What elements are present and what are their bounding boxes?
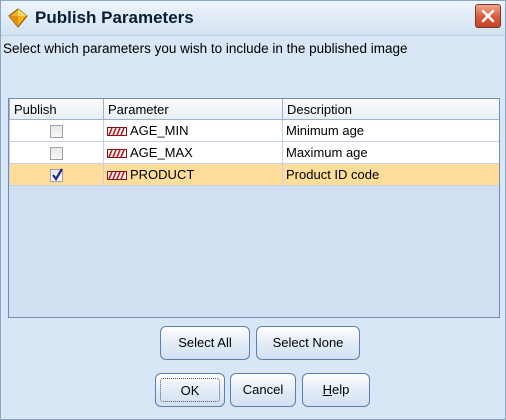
parameter-icon	[107, 127, 127, 137]
parameter-cell: AGE_MAX	[103, 141, 283, 164]
parameter-cell: AGE_MIN	[103, 119, 283, 142]
checkmark-icon	[52, 168, 63, 181]
diamond-app-icon	[8, 8, 28, 28]
window-title: Publish Parameters	[35, 8, 194, 27]
select-none-button[interactable]: Select None	[256, 326, 360, 360]
title-bar: Publish Parameters	[1, 1, 505, 36]
publish-checkbox[interactable]	[50, 125, 63, 139]
table-row[interactable]: PRODUCT Product ID code	[9, 163, 499, 186]
description-cell: Product ID code	[282, 163, 499, 186]
publish-checkbox[interactable]	[50, 147, 63, 161]
description-cell: Maximum age	[282, 141, 499, 164]
publish-parameters-dialog: Publish Parameters Select which paramete…	[0, 0, 506, 420]
help-label: elp	[332, 382, 350, 397]
parameter-icon	[107, 149, 127, 159]
instruction-text: Select which parameters you wish to incl…	[3, 41, 408, 56]
help-mnemonic: H	[322, 382, 333, 397]
publish-cell	[9, 163, 104, 186]
close-icon	[481, 9, 495, 23]
close-button[interactable]	[475, 4, 501, 28]
help-button[interactable]: Help	[302, 373, 370, 407]
parameter-name: PRODUCT	[130, 167, 195, 182]
column-header-publish[interactable]: Publish	[9, 99, 104, 120]
table-row[interactable]: AGE_MAX Maximum age	[9, 141, 499, 164]
column-header-parameter[interactable]: Parameter	[103, 99, 283, 120]
parameter-name: AGE_MAX	[130, 145, 193, 160]
publish-checkbox-checked[interactable]	[50, 168, 63, 183]
description-cell: Minimum age	[282, 119, 499, 142]
table-row[interactable]: AGE_MIN Minimum age	[9, 119, 499, 142]
parameter-icon	[107, 171, 127, 181]
publish-cell	[9, 119, 104, 142]
select-all-button[interactable]: Select All	[160, 326, 250, 360]
parameter-name: AGE_MIN	[130, 123, 189, 138]
column-header-description[interactable]: Description	[282, 99, 499, 120]
ok-button[interactable]: OK	[155, 373, 225, 407]
ok-button-label: OK	[160, 378, 220, 402]
table-header: Publish Parameter Description	[9, 99, 499, 120]
parameter-cell: PRODUCT	[103, 163, 283, 186]
publish-cell	[9, 141, 104, 164]
parameters-table: Publish Parameter Description AGE_MIN Mi…	[8, 98, 500, 318]
cancel-button[interactable]: Cancel	[230, 373, 296, 407]
